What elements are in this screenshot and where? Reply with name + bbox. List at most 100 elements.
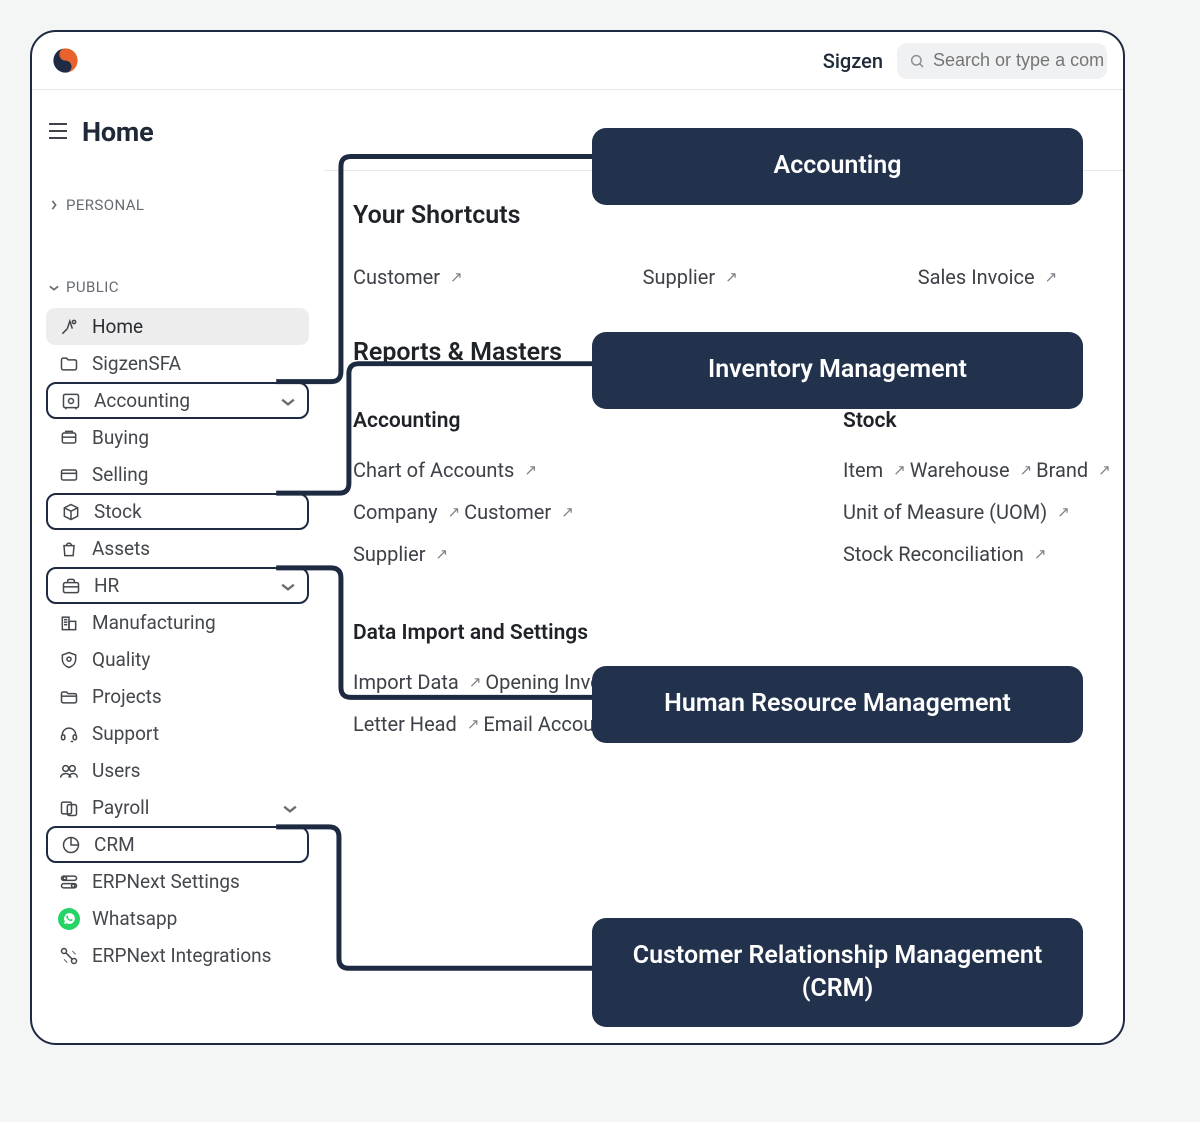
sidebar-item-label: CRM [94,833,295,856]
report-link[interactable]: Supplier ↗ [353,542,448,566]
card-icon [58,464,80,486]
sidebar-item-label: Buying [92,426,297,449]
report-link[interactable]: Item ↗ [843,458,906,482]
payroll-icon [58,797,80,819]
sidebar-item-label: Assets [92,537,297,560]
main-content: Your Shortcuts Customer↗ Supplier↗ Sales… [324,170,1123,974]
report-link[interactable]: Brand↗ [1036,458,1111,482]
sidebar-item-assets[interactable]: Assets [46,530,309,567]
data-import-link[interactable]: Import Data ↗ [353,670,481,694]
sidebar-item-label: Support [92,722,297,745]
external-link-icon: ↗ [1045,268,1058,286]
sidebar-item-projects[interactable]: Projects [46,678,309,715]
sidebar-item-home[interactable]: Home [46,308,309,345]
chevron-right-icon [48,196,60,214]
shortcuts-heading: Your Shortcuts [353,201,1123,230]
external-link-icon: ↗ [893,461,906,479]
project-folder-icon [58,686,80,708]
external-link-icon: ↗ [561,503,574,521]
external-link-icon: ↗ [469,673,482,691]
sidebar-section-public[interactable]: PUBLIC [46,274,309,300]
report-link[interactable]: Unit of Measure (UOM)↗ [843,500,1070,524]
sidebar-item-erpnext-settings[interactable]: ERPNext Settings [46,863,309,900]
cart-icon [58,427,80,449]
report-link[interactable]: Stock Reconciliation↗ [843,542,1046,566]
sidebar-item-hr[interactable]: HR [46,567,309,604]
report-link[interactable]: Company↗ [353,500,460,524]
link-label: Stock Reconciliation [843,542,1024,566]
sidebar-item-label: Stock [94,500,295,523]
callout-hr: Human Resource Management [592,666,1083,743]
sidebar-item-label: HR [94,574,269,597]
users-icon [58,760,80,782]
sidebar-item-support[interactable]: Support [46,715,309,752]
link-label: Supplier [353,542,425,566]
sidebar-item-payroll[interactable]: Payroll [46,789,309,826]
sidebar-item-manufacturing[interactable]: Manufacturing [46,604,309,641]
sidebar-item-label: Quality [92,648,297,671]
toggles-icon [58,871,80,893]
sidebar-item-crm[interactable]: CRM [46,826,309,863]
chevron-down-icon [48,278,60,296]
sidebar-item-erpnext-integrations[interactable]: ERPNext Integrations [46,937,309,974]
folder-icon [58,353,80,375]
report-link[interactable]: Customer ↗ [464,500,574,524]
app-frame: Sigzen Home PERSONAL [30,30,1125,1045]
sidebar-item-buying[interactable]: Buying [46,419,309,456]
sidebar-section-public-label: PUBLIC [66,278,119,296]
sidebar-item-label: Payroll [92,796,271,819]
search-icon [909,53,925,69]
sidebar-item-whatsapp[interactable]: Whatsapp [46,900,309,937]
search-box[interactable] [897,43,1107,79]
link-label: Import Data [353,670,459,694]
sidebar-item-label: Manufacturing [92,611,297,634]
chevron-down-icon [281,389,295,412]
sidebar-item-label: Users [92,759,297,782]
menu-toggle-icon[interactable] [48,120,68,145]
company-name-label[interactable]: Sigzen [823,49,883,73]
sidebar: Home PERSONAL PUBLIC [32,90,324,974]
link-label: Customer [464,500,551,524]
shortcut-sales-invoice[interactable]: Sales Invoice ↗ [918,265,1057,289]
sidebar-item-sigzensfa[interactable]: SigzenSFA [46,345,309,382]
box-icon [60,501,82,523]
sidebar-section-personal-label: PERSONAL [66,196,144,214]
sidebar-item-quality[interactable]: Quality [46,641,309,678]
sidebar-item-accounting[interactable]: Accounting [46,382,309,419]
chevron-down-icon [283,796,297,819]
shortcut-supplier[interactable]: Supplier↗ [643,265,738,289]
integration-icon [58,945,80,967]
briefcase-icon [60,575,82,597]
sparkle-icon [58,316,80,338]
report-link[interactable]: Warehouse↗ [910,458,1032,482]
bag-icon [58,538,80,560]
callout-crm: Customer Relationship Management (CRM) [592,918,1083,1027]
sidebar-item-stock[interactable]: Stock [46,493,309,530]
topbar: Sigzen [32,32,1123,90]
sidebar-item-label: SigzenSFA [92,352,297,375]
chevron-down-icon [281,574,295,597]
link-label: Warehouse [910,458,1010,482]
external-link-icon: ↗ [467,715,480,733]
sidebar-item-selling[interactable]: Selling [46,456,309,493]
shortcut-label: Sales Invoice [918,265,1035,289]
external-link-icon: ↗ [448,503,461,521]
external-link-icon: ↗ [450,268,463,286]
sidebar-item-label: Projects [92,685,297,708]
link-label: Unit of Measure (UOM) [843,500,1047,524]
report-link[interactable]: Chart of Accounts↗ [353,458,537,482]
external-link-icon: ↗ [435,545,448,563]
sidebar-section-personal[interactable]: PERSONAL [46,192,309,218]
page-title: Home [82,116,153,148]
data-import-link[interactable]: Letter Head ↗ [353,712,479,736]
link-label: Item [843,458,883,482]
sidebar-item-label: Accounting [94,389,269,412]
link-label: Letter Head [353,712,457,736]
search-input[interactable] [933,50,1107,71]
callout-accounting: Accounting [592,128,1083,205]
sidebar-item-users[interactable]: Users [46,752,309,789]
shortcut-customer[interactable]: Customer↗ [353,265,463,289]
sidebar-item-label: ERPNext Integrations [92,944,297,967]
pie-icon [60,834,82,856]
sidebar-item-label: Selling [92,463,297,486]
